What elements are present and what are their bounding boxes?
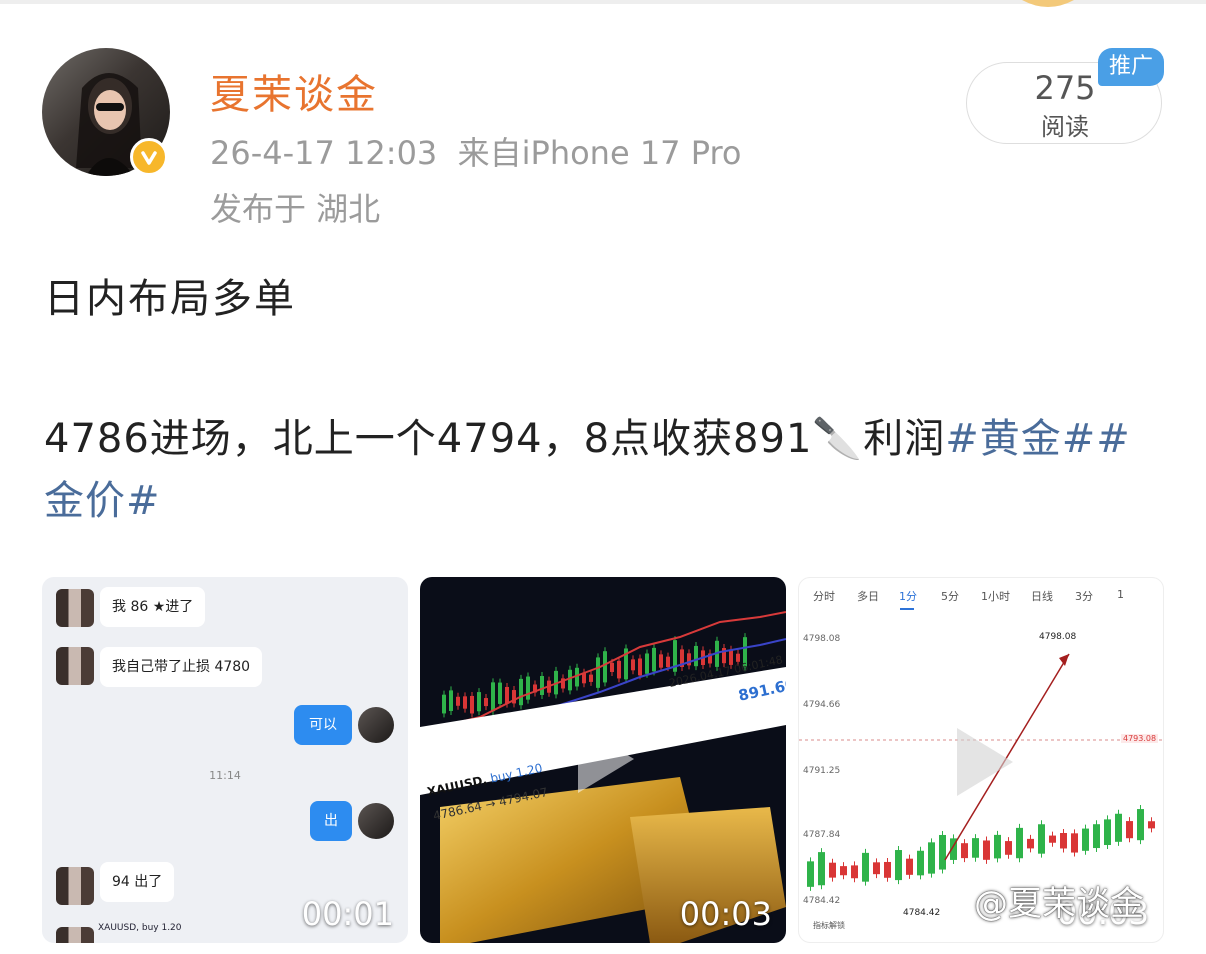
candle-body — [1115, 813, 1122, 842]
candle-body — [1016, 827, 1023, 859]
candle-body — [972, 838, 979, 858]
candle-body — [1137, 809, 1144, 841]
candle-body — [645, 653, 649, 674]
promote-badge[interactable]: 推广 — [1098, 48, 1164, 86]
knife-emoji-icon: 🔪 — [812, 416, 864, 462]
candle-body — [484, 698, 488, 707]
candle-body — [1071, 833, 1078, 853]
candle-body — [807, 861, 814, 887]
high-label: 4798.08 — [1039, 632, 1077, 642]
verified-badge-icon — [130, 138, 168, 176]
candle-body — [666, 656, 670, 668]
chat-reply: 可以 — [294, 705, 352, 745]
candle-body — [906, 858, 913, 875]
chat-reply: 出 — [310, 801, 352, 841]
candle-body — [470, 695, 474, 714]
author-watermark: @夏茉谈金 — [974, 884, 1144, 924]
candle-body — [1093, 824, 1100, 849]
my-avatar — [358, 803, 394, 839]
post-text-title: 日内布局多单 — [44, 276, 296, 322]
candle-body — [1126, 821, 1133, 839]
candle-body — [596, 657, 600, 688]
candle-body — [818, 852, 825, 886]
candle-body — [884, 861, 891, 878]
candle-body — [851, 865, 858, 879]
chat-message: 我自己带了止损 4780 — [100, 647, 263, 687]
candle-body — [456, 696, 460, 706]
post-text-tail: 利润 — [863, 416, 946, 462]
candle-body — [631, 659, 635, 671]
candle-body — [477, 692, 481, 712]
candle-body — [917, 850, 924, 876]
candle-body — [840, 866, 847, 876]
post-location: 发布于 湖北 — [210, 190, 381, 228]
current-price-label: 4793.08 — [1121, 734, 1159, 743]
read-label: 阅读 — [1041, 113, 1089, 141]
candle-body — [694, 645, 698, 667]
chat-time: 11:14 — [209, 769, 241, 782]
contact-avatar — [56, 867, 94, 905]
post-timestamp: 26-4-17 12:03 — [210, 134, 438, 172]
play-icon[interactable] — [578, 725, 634, 793]
candle-body — [862, 852, 869, 882]
video-thumbnail-gold[interactable]: 2026.04.17 06:01:48 891.60 XAUUSD, buy 1… — [420, 577, 786, 943]
author-name[interactable]: 夏茉谈金 — [210, 62, 378, 120]
candle-body — [1027, 838, 1034, 849]
candle-body — [736, 653, 740, 662]
candle-body — [526, 676, 530, 700]
candle-body — [928, 842, 935, 874]
chat-message: 我 86 ★进了 — [100, 587, 206, 627]
candle-body — [603, 651, 607, 683]
video-thumbnail-chat[interactable]: 我 86 ★进了 我自己带了止损 4780 可以 11:14 出 94 出了 X… — [42, 577, 408, 943]
indicator-unlock-label[interactable]: 指标解锁 — [813, 920, 845, 931]
candle-body — [659, 654, 663, 668]
candle-body — [939, 834, 946, 870]
candle-body — [505, 686, 509, 704]
my-avatar — [358, 707, 394, 743]
candle-body — [1148, 821, 1155, 829]
candle-body — [1049, 835, 1056, 843]
candle-body — [873, 862, 880, 875]
candle-body — [895, 850, 902, 881]
top-decoration-icon — [1022, 0, 1074, 7]
candle-body — [1104, 819, 1111, 846]
candle-body — [463, 696, 467, 709]
candle-body — [994, 834, 1001, 859]
candle-body — [1060, 833, 1067, 849]
post-text-main: 4786进场，北上一个4794，8点收获891 — [44, 416, 813, 462]
candle-body — [829, 862, 836, 878]
hashtag-gold[interactable]: #黄金# — [945, 416, 1096, 462]
candle-body — [589, 674, 593, 682]
candle-body — [961, 843, 968, 859]
post-meta: 26-4-17 12:03 来自iPhone 17 Pro — [210, 128, 741, 174]
post-source: 来自iPhone 17 Pro — [457, 134, 742, 172]
candle-body — [610, 662, 614, 672]
candle-body — [519, 678, 523, 706]
candle-body — [449, 690, 453, 711]
candle-body — [540, 676, 544, 695]
candle-body — [617, 660, 621, 679]
candle-body — [442, 694, 446, 714]
candle-body — [1005, 841, 1012, 855]
low-label: 4784.42 — [903, 908, 941, 918]
contact-avatar — [56, 647, 94, 685]
play-icon[interactable] — [957, 728, 1013, 796]
candle-body — [491, 682, 495, 712]
contact-avatar — [56, 589, 94, 627]
candle-body — [638, 658, 642, 676]
candle-body — [1038, 824, 1045, 854]
candle-body — [652, 647, 656, 672]
video-duration: 00:03 — [679, 895, 772, 933]
chat-message: 94 出了 — [100, 862, 175, 902]
post-text-body: 4786进场，北上一个4794，8点收获891🔪利润#黄金##金价# — [44, 408, 1164, 532]
candle-body — [1082, 828, 1089, 851]
trade-snippet: XAUUSD, buy 1.20 — [98, 923, 182, 933]
candle-body — [568, 669, 572, 691]
video-duration: 00:01 — [301, 895, 394, 933]
candle-body — [498, 682, 502, 704]
contact-avatar — [56, 927, 94, 943]
candle-body — [983, 840, 990, 860]
